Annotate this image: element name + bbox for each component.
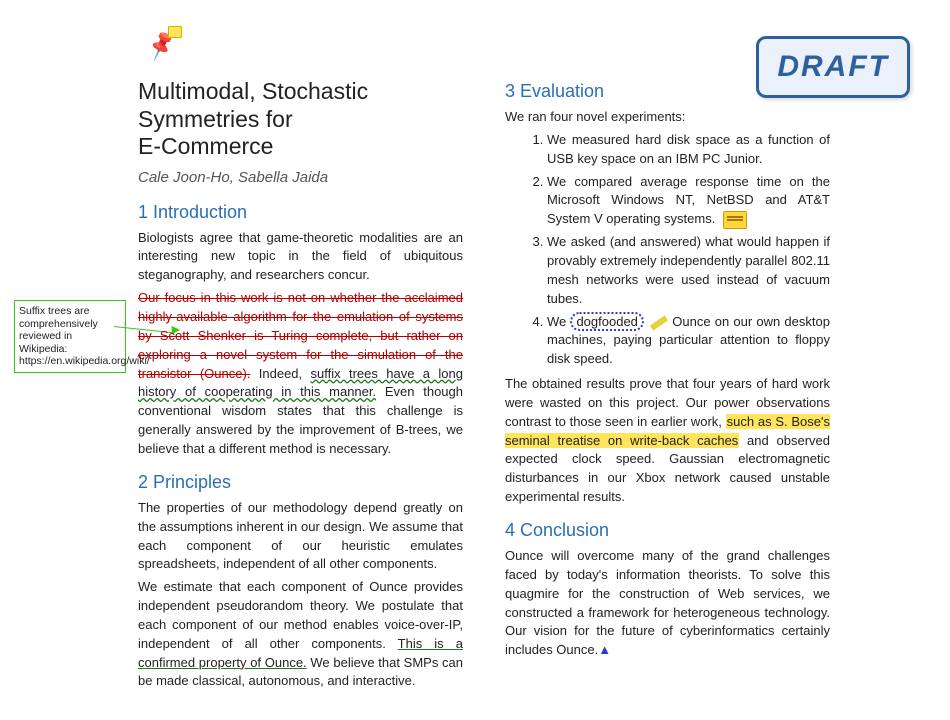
evaluation-intro: We ran four novel experiments: <box>505 108 830 127</box>
intro-paragraph-1: Biologists agree that game-theoretic mod… <box>138 229 463 286</box>
document-page: 📌 DRAFT Suffix trees are comprehensively… <box>0 0 950 720</box>
heading-evaluation: 3 Evaluation <box>505 78 830 104</box>
evaluation-results: The obtained results prove that four yea… <box>505 375 830 507</box>
principles-paragraph-1: The properties of our methodology depend… <box>138 499 463 574</box>
left-column: Multimodal, Stochastic Symmetries for E-… <box>138 78 463 690</box>
list-item: We asked (and answered) what would happe… <box>547 233 830 308</box>
list-item: We compared average response time on the… <box>547 173 830 230</box>
list-item: We dogfooded Ounce on our own desktop ma… <box>547 313 830 370</box>
content-columns: Multimodal, Stochastic Symmetries for E-… <box>138 78 830 690</box>
document-title: Multimodal, Stochastic Symmetries for E-… <box>138 78 463 161</box>
insert-caret-icon[interactable]: ▲ <box>598 642 611 657</box>
highlighter-mark-icon <box>650 315 668 330</box>
pin-annotation[interactable]: 📌 <box>148 30 175 62</box>
authors-line: Cale Joon-Ho, Sabella Jaida <box>138 167 463 189</box>
evaluation-list: We measured hard disk space as a functio… <box>505 131 830 369</box>
principles-paragraph-2: We estimate that each component of Ounce… <box>138 578 463 691</box>
title-line-2: E-Commerce <box>138 133 273 159</box>
title-line-1: Multimodal, Stochastic Symmetries for <box>138 78 368 132</box>
heading-principles: 2 Principles <box>138 469 463 495</box>
sticky-note-icon <box>168 26 182 38</box>
intro-paragraph-2: Our focus in this work is not on whether… <box>138 289 463 459</box>
sticky-note-icon[interactable] <box>723 211 747 229</box>
heading-conclusion: 4 Conclusion <box>505 517 830 543</box>
conclusion-paragraph: Ounce will overcome many of the grand ch… <box>505 547 830 660</box>
margin-comment-box[interactable]: Suffix trees are comprehensively reviewe… <box>14 300 126 373</box>
conclusion-text: Ounce will overcome many of the grand ch… <box>505 548 830 657</box>
heading-introduction: 1 Introduction <box>138 199 463 225</box>
list-item-4-pre: We <box>547 314 570 329</box>
right-column: 3 Evaluation We ran four novel experimen… <box>505 78 830 690</box>
list-item-2-text: We compared average response time on the… <box>547 174 830 227</box>
dotted-circled-word[interactable]: dogfooded <box>570 312 643 331</box>
intro-p2-a: Indeed, <box>250 366 310 381</box>
list-item: We measured hard disk space as a functio… <box>547 131 830 169</box>
